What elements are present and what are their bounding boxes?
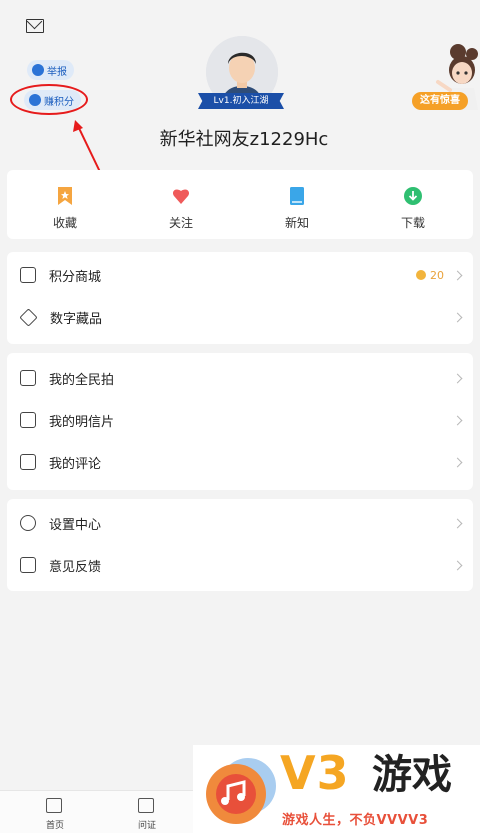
menu-item-comments[interactable]: 我的评论	[7, 441, 473, 483]
download-button[interactable]: 下载	[355, 170, 471, 239]
menu-item-label: 数字藏品	[50, 311, 103, 327]
watermark-logo	[206, 758, 276, 824]
points-value: 20	[430, 268, 444, 282]
chevron-right-icon	[452, 560, 463, 570]
points-count: 20	[416, 269, 444, 282]
highlight-circle-annotation	[10, 84, 88, 115]
digital-collectible-icon	[19, 307, 38, 327]
menu-item-label: 意见反馈	[49, 559, 102, 575]
following-label: 关注	[168, 216, 193, 230]
heart-icon	[172, 189, 190, 204]
download-icon	[404, 187, 422, 205]
favorites-label: 收藏	[52, 216, 77, 230]
home-icon	[46, 798, 62, 813]
quick-actions-card: 收藏 关注 新知 下载	[7, 170, 473, 239]
menu-item-postcards[interactable]: 我的明信片	[7, 399, 473, 441]
new-knowledge-button[interactable]: 新知	[239, 170, 355, 239]
following-button[interactable]: 关注	[123, 170, 239, 239]
new-knowledge-label: 新知	[284, 216, 309, 230]
watermark-tagline: 游戏人生，不负VVVV3	[282, 813, 429, 828]
chevron-right-icon	[452, 415, 463, 425]
watermark-brand-cn: 游戏	[372, 752, 452, 798]
menu-section-my-content: 我的全民拍 我的明信片 我的评论	[7, 353, 473, 490]
favorites-button[interactable]: 收藏	[7, 170, 123, 239]
menu-section-settings: 设置中心 意见反馈	[7, 499, 473, 591]
level-badge: Lv1.初入江湖	[198, 93, 284, 109]
mail-icon[interactable]	[26, 19, 44, 33]
report-button[interactable]: 举报	[27, 60, 74, 80]
menu-item-citizen-photos[interactable]: 我的全民拍	[7, 357, 473, 399]
chevron-right-icon	[452, 373, 463, 383]
tab-verify[interactable]: 问证	[107, 791, 187, 833]
menu-item-label: 我的评论	[49, 456, 102, 472]
menu-item-points-store[interactable]: 积分商城 20	[7, 254, 473, 296]
menu-item-label: 积分商城	[49, 269, 102, 285]
feedback-icon	[20, 557, 36, 573]
username: 新华社网友z1229Hc	[159, 129, 329, 150]
phone-icon	[32, 64, 44, 76]
comment-icon	[20, 454, 36, 470]
chevron-right-icon	[452, 312, 463, 322]
points-store-icon	[20, 267, 36, 283]
chevron-right-icon	[452, 270, 463, 280]
menu-item-digital-collectibles[interactable]: 数字藏品	[7, 296, 473, 338]
download-label: 下载	[400, 216, 425, 230]
tab-label: 首页	[45, 821, 64, 831]
camera-icon	[20, 370, 36, 386]
chevron-right-icon	[452, 518, 463, 528]
postcard-icon	[20, 412, 36, 428]
report-label: 举报	[47, 66, 67, 78]
menu-item-label: 我的明信片	[49, 414, 115, 430]
menu-item-feedback[interactable]: 意见反馈	[7, 544, 473, 586]
menu-item-settings[interactable]: 设置中心	[7, 502, 473, 544]
settings-icon	[20, 515, 36, 531]
verify-icon	[138, 798, 154, 813]
book-icon	[290, 187, 304, 205]
surprise-badge[interactable]: 这有惊喜	[412, 92, 468, 110]
menu-section-store: 积分商城 20 数字藏品	[7, 252, 473, 344]
menu-item-label: 我的全民拍	[49, 372, 115, 388]
tab-home[interactable]: 首页	[15, 791, 95, 833]
tab-label: 问证	[137, 821, 156, 831]
watermark-brand: V3	[280, 746, 350, 800]
chevron-right-icon	[452, 457, 463, 467]
bookmark-icon	[58, 187, 72, 205]
menu-item-label: 设置中心	[49, 517, 102, 533]
coin-icon	[416, 270, 426, 280]
